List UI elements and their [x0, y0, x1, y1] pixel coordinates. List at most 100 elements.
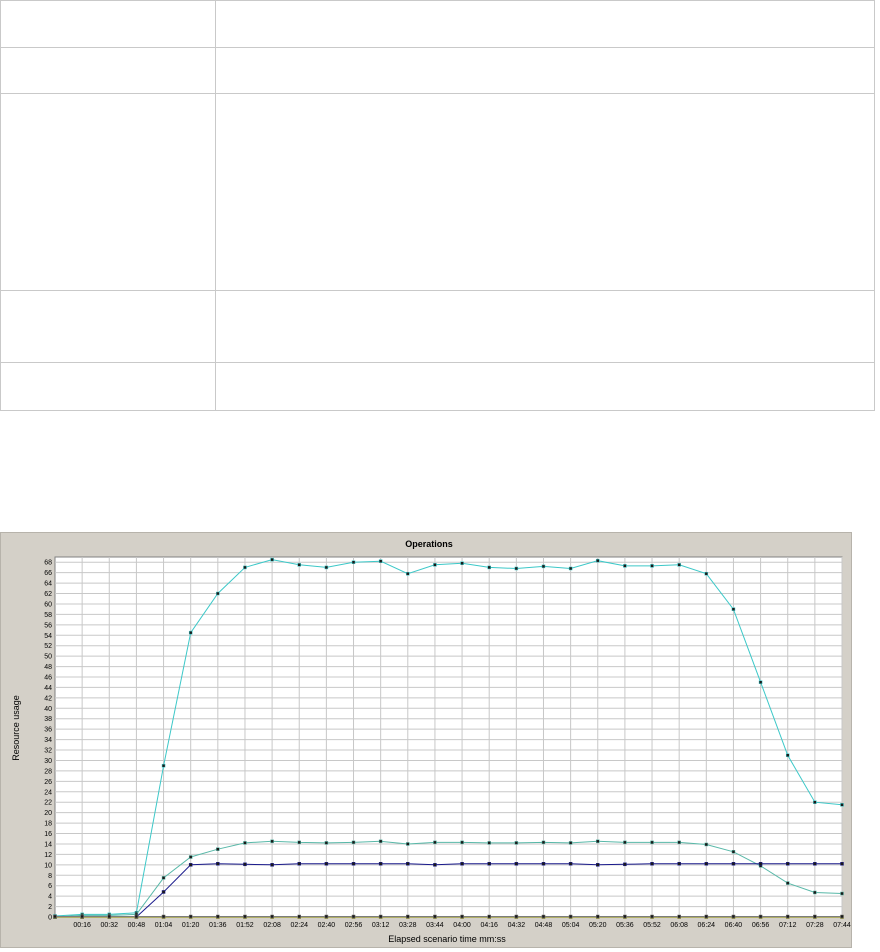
data-point: [243, 862, 247, 867]
data-point: [406, 914, 410, 919]
y-tick-label: 30: [44, 758, 52, 765]
x-tick-label: 03:44: [426, 922, 444, 929]
data-point: [568, 566, 573, 571]
y-tick-label: 36: [44, 727, 52, 734]
data-point: [297, 840, 301, 845]
data-point: [785, 914, 790, 919]
data-point: [623, 862, 627, 867]
data-point: [731, 862, 736, 866]
y-tick-label: 54: [44, 633, 52, 640]
row-value: [215, 362, 875, 411]
y-tick-label: 58: [44, 612, 52, 619]
data-point: [378, 862, 383, 866]
data-point: [351, 560, 356, 564]
x-tick-label: 03:12: [372, 922, 390, 929]
data-point: [216, 591, 220, 596]
x-tick-label: 01:04: [155, 922, 173, 929]
x-tick-label: 01:20: [182, 922, 200, 929]
y-tick-label: 32: [44, 748, 52, 755]
row-value: [215, 0, 875, 48]
data-point: [378, 914, 383, 919]
data-point: [216, 862, 220, 866]
y-tick-label: 66: [44, 570, 52, 577]
data-point: [134, 914, 139, 919]
data-point: [188, 630, 193, 635]
data-point: [324, 862, 329, 866]
data-point: [731, 850, 736, 854]
data-point: [243, 914, 247, 919]
y-tick-label: 6: [48, 883, 52, 890]
data-point: [813, 862, 817, 866]
x-tick-label: 02:40: [318, 922, 336, 929]
x-tick-label: 02:56: [345, 922, 363, 929]
x-tick-label: 00:48: [128, 922, 146, 929]
data-point: [378, 839, 383, 844]
table-row: [0, 0, 875, 48]
data-point: [243, 841, 247, 845]
operations-chart-panel: Operations 0 2 4 6 8 10 12 14 16 18 20 22 24 26 28 30 32…: [0, 532, 852, 948]
x-tick-label: 02:24: [290, 922, 308, 929]
row-label: [0, 93, 216, 291]
data-point: [731, 914, 736, 919]
data-point: [840, 803, 844, 807]
x-tick-label: 03:28: [399, 922, 417, 929]
x-tick-label: 04:16: [480, 922, 498, 929]
data-point: [541, 862, 546, 866]
x-tick-label: 06:08: [670, 922, 688, 929]
x-axis-ticks: 00:16 00:32 00:48 01:04 01:20 01:36 01:52 02:08…: [73, 922, 850, 929]
y-tick-label: 50: [44, 654, 52, 661]
x-tick-label: 04:48: [535, 922, 553, 929]
data-point: [188, 863, 193, 867]
data-point: [161, 890, 166, 894]
y-tick-label: 24: [44, 789, 52, 796]
x-tick-label: 00:32: [101, 922, 119, 929]
row-value: [215, 290, 875, 363]
data-point: [270, 863, 274, 867]
data-point: [324, 914, 329, 919]
y-tick-label: 12: [44, 852, 52, 859]
x-tick-label: 07:12: [779, 922, 797, 929]
data-point: [460, 914, 464, 919]
y-tick-label: 8: [48, 873, 52, 880]
info-table: [0, 0, 875, 411]
data-point: [80, 914, 84, 919]
data-point: [704, 842, 709, 847]
y-tick-label: 26: [44, 779, 52, 786]
data-point: [433, 840, 437, 845]
chart-title: Operations: [405, 539, 453, 549]
data-point: [487, 841, 491, 845]
data-point: [460, 840, 464, 845]
table-row: [0, 362, 875, 411]
data-point: [623, 564, 627, 568]
y-tick-label: 60: [44, 601, 52, 608]
data-point: [813, 914, 817, 919]
data-point: [433, 863, 437, 867]
data-point: [53, 914, 57, 919]
data-point: [433, 563, 437, 567]
y-tick-label: 16: [44, 831, 52, 838]
x-tick-label: 04:32: [508, 922, 526, 929]
row-label: [0, 290, 216, 363]
y-tick-label: 46: [44, 675, 52, 682]
data-point: [731, 607, 736, 611]
data-point: [650, 862, 654, 866]
data-point: [297, 563, 301, 567]
y-tick-label: 42: [44, 695, 52, 702]
data-point: [406, 842, 410, 846]
data-point: [378, 559, 383, 563]
data-point: [785, 862, 790, 866]
y-tick-label: 22: [44, 800, 52, 807]
x-tick-label: 05:52: [643, 922, 661, 929]
data-point: [514, 862, 519, 866]
y-tick-label: 38: [44, 716, 52, 723]
data-point: [785, 753, 790, 758]
table-row: [0, 290, 875, 363]
data-point: [541, 564, 546, 569]
data-point: [704, 914, 709, 919]
y-tick-label: 62: [44, 591, 52, 598]
data-point: [324, 841, 329, 845]
y-tick-label: 68: [44, 560, 52, 567]
data-point: [514, 914, 519, 919]
y-tick-label: 40: [44, 706, 52, 713]
data-point: [677, 914, 681, 919]
